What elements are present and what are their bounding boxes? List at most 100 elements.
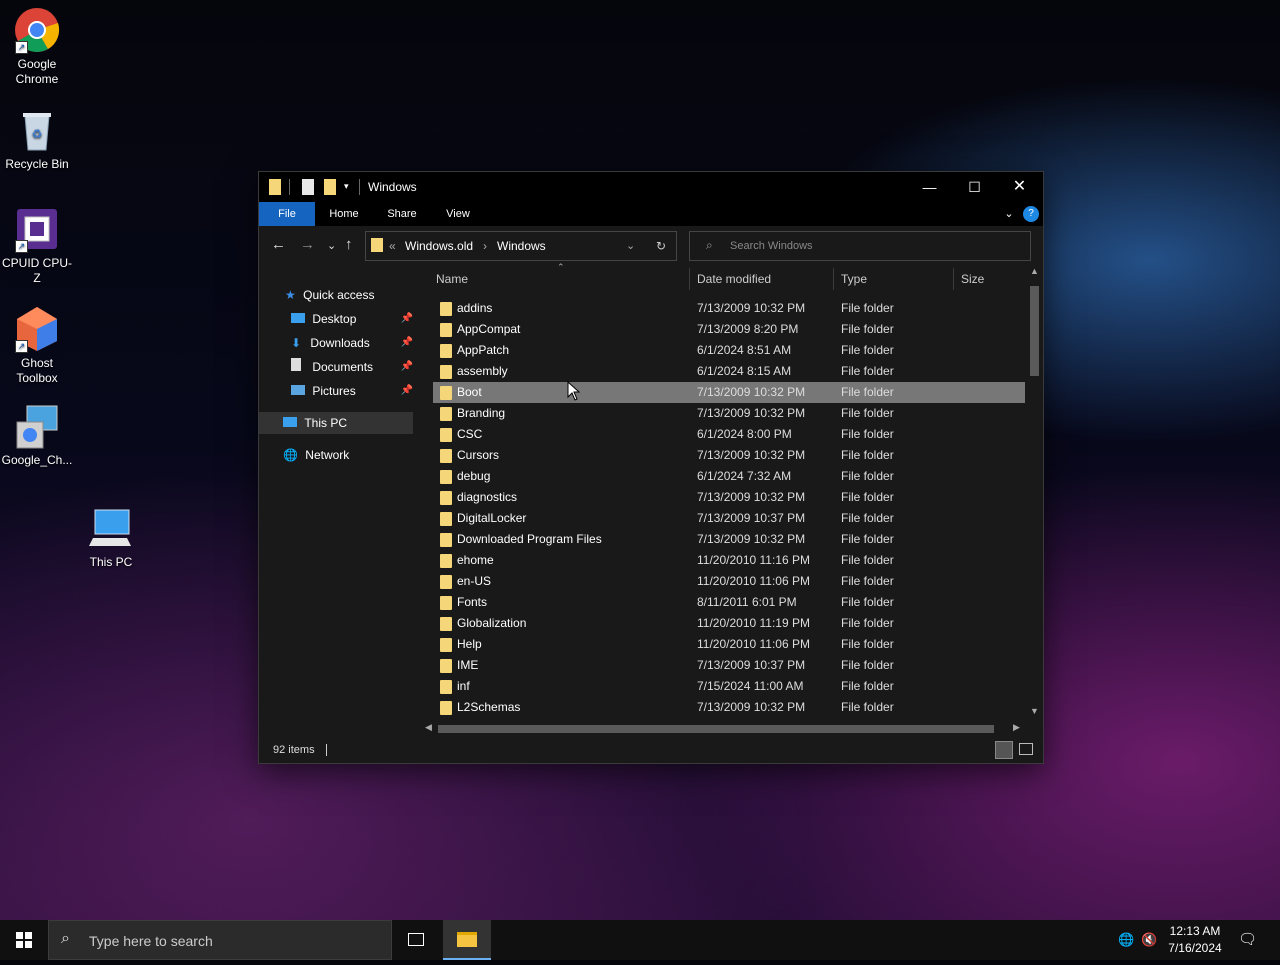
desktop-icon-cpuz[interactable]: ↗ CPUID CPU-Z [0, 205, 74, 286]
file-date: 7/13/2009 10:32 PM [697, 301, 806, 315]
vertical-scroll-thumb[interactable] [1030, 286, 1039, 376]
tab-file[interactable]: File [259, 202, 315, 226]
table-row[interactable]: Downloaded Program Files 7/13/2009 10:32 … [433, 529, 1025, 550]
breadcrumb-windows[interactable]: Windows [497, 239, 546, 253]
maximize-button[interactable]: ☐ [952, 172, 997, 202]
folder-icon [440, 386, 452, 400]
sort-indicator-icon: ⌃ [557, 262, 565, 272]
up-arrow-icon[interactable]: ↑ [345, 236, 353, 253]
table-row[interactable]: diagnostics 7/13/2009 10:32 PM File folder [433, 487, 1025, 508]
folder-icon [440, 554, 452, 568]
tab-view[interactable]: View [435, 202, 481, 226]
column-type[interactable]: Type [841, 272, 867, 286]
desktop-icon-this-pc[interactable]: This PC [74, 504, 148, 570]
search-box[interactable]: ⌕ Search Windows [689, 231, 1031, 261]
address-dropdown-icon[interactable]: ⌄ [626, 239, 635, 252]
nav-pictures[interactable]: Pictures 📌 [291, 380, 413, 402]
expand-ribbon-icon[interactable]: ⌄ [999, 202, 1019, 226]
volume-muted-icon[interactable]: 🔇 [1141, 932, 1157, 948]
table-row[interactable]: DigitalLocker 7/13/2009 10:37 PM File fold… [433, 508, 1025, 529]
table-row[interactable]: AppPatch 6/1/2024 8:51 AM File folder [433, 340, 1025, 361]
column-divider[interactable] [689, 268, 690, 290]
address-bar[interactable]: « Windows.old › Windows ⌄ ↻ [365, 231, 677, 261]
vertical-scrollbar[interactable]: ▲ ▼ [1026, 264, 1043, 720]
tab-share[interactable]: Share [379, 202, 425, 226]
file-date: 7/13/2009 10:32 PM [697, 385, 806, 399]
recent-locations-icon[interactable]: ⌄ [327, 239, 336, 252]
desktop-icon-ghost-toolbox[interactable]: ↗ Ghost Toolbox [0, 305, 74, 386]
table-row[interactable]: debug 6/1/2024 7:32 AM File folder [433, 466, 1025, 487]
properties-icon[interactable] [302, 179, 314, 195]
system-clock[interactable]: 12:13 AM 7/16/2024 [1160, 923, 1230, 957]
desktop-icon-google-chrome[interactable]: ↗ Google Chrome [0, 6, 74, 87]
pin-icon[interactable]: 📌 [401, 332, 413, 354]
start-button[interactable] [0, 920, 48, 960]
nav-this-pc[interactable]: This PC [259, 412, 413, 434]
desktop-icon-recycle-bin[interactable]: ♻ Recycle Bin [0, 106, 74, 172]
tab-home[interactable]: Home [321, 202, 367, 226]
horizontal-scroll-thumb[interactable] [438, 725, 994, 733]
table-row[interactable]: CSC 6/1/2024 8:00 PM File folder [433, 424, 1025, 445]
large-icons-view-icon[interactable] [1019, 743, 1033, 755]
column-divider[interactable] [833, 268, 834, 290]
breadcrumb-windows-old[interactable]: Windows.old [405, 239, 473, 253]
column-date-modified[interactable]: Date modified [697, 272, 771, 286]
title-bar[interactable]: ▾ Windows — ☐ ✕ [259, 172, 1043, 202]
nav-documents[interactable]: Documents 📌 [291, 356, 413, 378]
column-name[interactable]: Name [436, 272, 468, 286]
table-row[interactable]: Cursors 7/13/2009 10:32 PM File folder [433, 445, 1025, 466]
table-row-selected[interactable]: Boot 7/13/2009 10:32 PM File folder [433, 382, 1025, 403]
table-row[interactable]: IME 7/13/2009 10:37 PM File folder [433, 655, 1025, 676]
back-arrow-icon[interactable]: ← [271, 236, 286, 253]
nav-quick-access[interactable]: ★ Quick access [285, 284, 413, 306]
folder-icon [440, 449, 452, 463]
file-date: 6/1/2024 8:00 PM [697, 427, 792, 441]
minimize-button[interactable]: — [907, 172, 952, 202]
refresh-icon[interactable]: ↻ [656, 239, 666, 253]
pin-icon[interactable]: 📌 [401, 308, 413, 330]
breadcrumb-separator[interactable]: › [483, 239, 487, 253]
nav-network[interactable]: 🌐 Network [283, 444, 413, 466]
pin-icon[interactable]: 📌 [401, 356, 413, 378]
nav-desktop[interactable]: Desktop 📌 [291, 308, 413, 330]
taskbar-file-explorer[interactable] [443, 920, 491, 960]
notifications-icon[interactable]: 🗨 [1238, 930, 1257, 948]
table-row[interactable]: Fonts 8/11/2011 6:01 PM File folder [433, 592, 1025, 613]
help-icon[interactable]: ? [1023, 206, 1039, 222]
file-name: IME [457, 658, 479, 672]
table-row[interactable]: en-US 11/20/2010 11:06 PM File folder [433, 571, 1025, 592]
table-row[interactable]: AppCompat 7/13/2009 8:20 PM File folder [433, 319, 1025, 340]
ghost-toolbox-icon: ↗ [13, 305, 61, 353]
forward-arrow-icon[interactable]: → [300, 236, 315, 253]
taskbar-search-box[interactable]: ⌕ Type here to search [48, 920, 392, 960]
column-divider[interactable] [953, 268, 954, 290]
customize-qat-icon[interactable]: ▾ [344, 181, 349, 197]
scroll-up-icon[interactable]: ▲ [1030, 266, 1039, 276]
table-row[interactable]: assembly 6/1/2024 8:15 AM File folder [433, 361, 1025, 382]
table-row[interactable]: ehome 11/20/2010 11:16 PM File folder [433, 550, 1025, 571]
file-type: File folder [841, 490, 894, 504]
desktop-icon-google-ch[interactable]: Google_Ch... [0, 402, 74, 468]
scroll-right-icon[interactable]: ▶ [1013, 722, 1020, 733]
installer-icon [13, 402, 61, 450]
task-view-button[interactable] [392, 920, 440, 960]
table-row[interactable]: inf 7/15/2024 11:00 AM File folder [433, 676, 1025, 697]
table-row[interactable]: addins 7/13/2009 10:32 PM File folder [433, 298, 1025, 319]
table-row[interactable]: Help 11/20/2010 11:06 PM File folder [433, 634, 1025, 655]
pin-icon[interactable]: 📌 [401, 380, 413, 402]
file-name: L2Schemas [457, 700, 521, 714]
address-overflow[interactable]: « [389, 239, 396, 253]
table-row[interactable]: L2Schemas 7/13/2009 10:32 PM File folder [433, 697, 1025, 718]
language-icon[interactable]: 🌐 [1118, 932, 1134, 948]
table-row[interactable]: Globalization 11/20/2010 11:19 PM File fol… [433, 613, 1025, 634]
table-row[interactable]: Branding 7/13/2009 10:32 PM File folder [433, 403, 1025, 424]
details-view-icon[interactable] [995, 741, 1013, 759]
horizontal-scrollbar[interactable]: ◀ ▶ [421, 720, 1026, 738]
close-button[interactable]: ✕ [997, 172, 1042, 202]
scroll-down-icon[interactable]: ▼ [1030, 706, 1039, 716]
column-size[interactable]: Size [961, 272, 984, 286]
nav-downloads[interactable]: ⬇ Downloads 📌 [291, 332, 413, 354]
scroll-left-icon[interactable]: ◀ [425, 722, 432, 733]
file-name: Cursors [457, 448, 500, 462]
new-folder-icon[interactable] [324, 179, 336, 195]
